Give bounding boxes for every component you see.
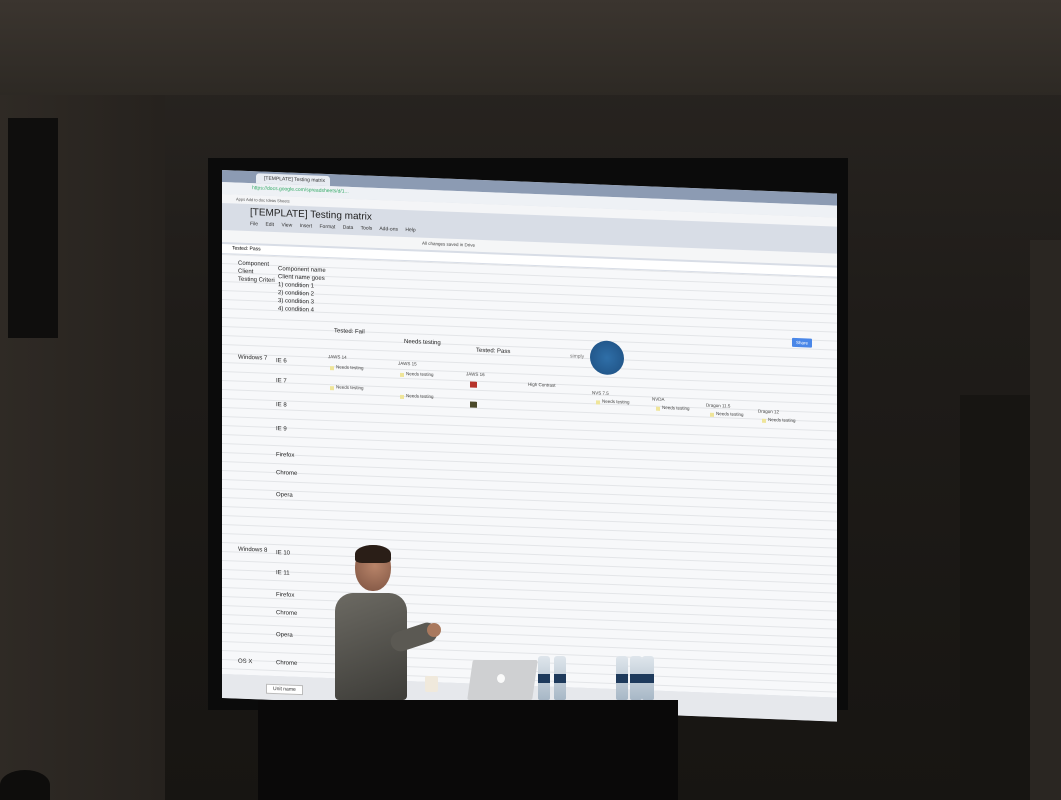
presenter [335,545,445,700]
browser-label: Firefox [276,452,295,459]
browser-label: Opera [276,632,293,639]
legend-fail: Tested: Fail [334,328,365,336]
sr-header: NVS 7.5 [592,390,609,396]
sr-header: JAWS 14 [328,354,347,360]
browser-label: IE 7 [276,378,287,385]
fail-swatch [470,381,477,388]
water-bottle [642,656,654,700]
save-status: All changes saved in Drive [422,240,476,248]
right-doorway [960,395,1030,800]
row-label: Client [238,268,254,276]
right-wall [1030,240,1061,800]
os-label: Windows 7 [238,354,268,362]
needs-testing-marker [330,386,334,391]
browser-label: IE 8 [276,402,287,409]
status-cell: Needs testing [406,371,434,378]
document-title: [TEMPLATE] Testing matrix [250,207,372,223]
pass-swatch [470,401,477,408]
sr-header: Dragon 11.5 [706,402,731,409]
sr-header: JAWS 16 [466,371,485,378]
status-cell: Needs testing [406,393,434,400]
os-label: Windows 8 [238,546,268,554]
sheet-tab[interactable]: Unit name [266,683,303,696]
needs-testing-marker [656,406,660,411]
needs-testing-marker [710,412,714,417]
needs-testing-marker [762,418,766,423]
status-cell: Needs testing [602,398,630,405]
browser-label: Chrome [276,610,298,617]
status-cell: Needs testing [716,410,744,418]
water-bottle [616,656,628,700]
ceiling [0,0,1061,95]
audience-silhouette [0,770,50,800]
sr-header: NVDA [652,396,665,402]
os-label: OS X [238,658,253,666]
browser-label: IE 6 [276,358,287,365]
row-label: Component [238,260,270,268]
presenter-table [258,700,678,800]
status-cell: Needs testing [336,364,364,371]
browser-label: IE 11 [276,570,290,577]
room-background: [TEMPLATE] Testing matrix https://docs.g… [0,0,1061,800]
water-bottle [538,656,550,700]
browser-label: Chrome [276,470,298,477]
sr-header: JAWS 15 [398,360,417,367]
sr-header: Dragon 12 [758,408,780,415]
grid-lines [222,254,837,698]
needs-testing-marker [400,394,404,399]
presenter-hand [427,623,441,637]
spreadsheet-grid: Component Component name Client Client n… [222,254,837,698]
projected-spreadsheet: [TEMPLATE] Testing matrix https://docs.g… [222,170,837,722]
browser-label: Opera [276,492,293,499]
needs-testing-marker [596,400,600,405]
needs-testing-marker [400,372,404,377]
status-cell: Needs testing [336,384,364,391]
dark-wall-panel [8,118,58,338]
sr-header: High Contrast [528,381,556,388]
url-text: https://docs.google.com/spreadsheets/d/1… [252,185,349,195]
presenter-hair [355,545,391,563]
water-bottle [630,656,642,700]
browser-label: IE 9 [276,426,287,433]
needs-testing-marker [330,366,334,371]
status-cell: Needs testing [768,416,796,424]
legend-pass: Tested: Pass [476,347,511,356]
water-bottle [554,656,566,700]
logo-text: simply [570,353,585,360]
browser-label: Chrome [276,660,298,667]
share-button[interactable]: Share [792,337,812,348]
browser-label: Firefox [276,592,295,599]
browser-label: IE 10 [276,550,291,557]
laptop-logo-icon [497,674,505,683]
status-cell: Needs testing [662,404,690,411]
company-logo [590,340,624,376]
